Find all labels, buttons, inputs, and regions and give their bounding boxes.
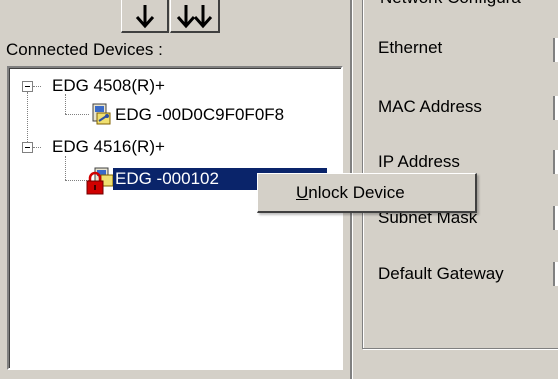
unlock-device-menu-item[interactable]: Unlock Device xyxy=(296,183,405,203)
move-down-button[interactable] xyxy=(121,0,169,33)
mac-address-field[interactable] xyxy=(553,96,558,120)
tree-node-edg-4508[interactable]: EDG 4508(R)+ xyxy=(52,75,165,97)
ethernet-field[interactable] xyxy=(553,38,558,62)
network-config-title: Network Configura xyxy=(380,0,521,8)
ip-address-field[interactable] xyxy=(553,150,558,174)
menu-item-label: nlock Device xyxy=(308,183,405,202)
collapse-toggle[interactable] xyxy=(22,142,33,153)
menu-mnemonic: U xyxy=(296,183,309,202)
context-menu: Unlock Device xyxy=(257,173,477,213)
mac-address-label: MAC Address xyxy=(378,97,482,116)
tree-node-edg-4516[interactable]: EDG 4516(R)+ xyxy=(52,136,165,158)
default-gateway-field[interactable] xyxy=(553,262,558,286)
collapse-toggle[interactable] xyxy=(22,81,33,92)
ip-address-label: IP Address xyxy=(378,152,460,171)
double-arrow-down-icon xyxy=(176,4,212,28)
subnet-mask-field[interactable] xyxy=(553,206,558,230)
move-bottom-button[interactable] xyxy=(170,0,220,33)
ethernet-label: Ethernet xyxy=(378,38,443,57)
device-tree[interactable]: EDG 4508(R)+ EDG -00D0C9F0F0F8 EDG 4516(… xyxy=(7,66,343,370)
connected-devices-label: Connected Devices : xyxy=(6,40,163,59)
device-icon xyxy=(92,103,111,125)
arrow-down-icon xyxy=(135,4,154,28)
default-gateway-label: Default Gateway xyxy=(378,264,504,283)
tree-node-edg-00d0c9f0f0f8[interactable]: EDG -00D0C9F0F0F8 xyxy=(115,104,284,126)
locked-device-icon xyxy=(86,167,114,195)
